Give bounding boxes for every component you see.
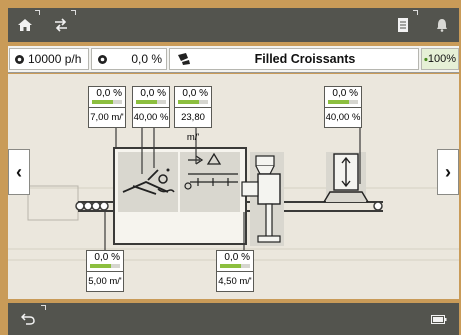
product-field[interactable]: Filled Croissants [169,48,419,70]
module-3-bar [178,100,208,104]
product-name: Filled Croissants [254,52,356,66]
module-6-value: 4,50 m/' [217,271,253,292]
back-button[interactable] [8,303,48,335]
speed-field[interactable]: 0,0 % [91,48,167,70]
module-5-bar [90,264,120,268]
chevron-right-icon: › [445,161,451,182]
top-toolbar [8,8,459,42]
home-icon [18,19,32,31]
module-3-value-box[interactable]: 0,0 % 23,80 m/' [174,86,212,143]
efficiency-field[interactable]: 100% [421,48,459,70]
module-5-pct: 0,0 % [94,252,120,263]
module-6-bar [220,264,250,268]
module-1-value: 7,00 m/' [89,107,125,128]
module-3-value: 23,80 m/' [175,107,211,143]
module-3-pct: 0,0 % [182,88,208,99]
battery-icon [431,314,447,324]
alarm-button[interactable] [425,8,459,42]
module-1-value-box[interactable]: 0,0 % 7,00 m/' [88,86,126,128]
throughput-field[interactable]: 10000 p/h [9,48,89,70]
module-6-pct: 0,0 % [224,252,250,263]
gear-icon [15,54,24,64]
bell-icon [437,19,447,32]
module-1-bar [92,100,122,104]
module-2-value-box[interactable]: 0,0 % 40,00 % [132,86,170,128]
gear-icon [98,54,107,64]
module-5-value: 5,00 m/' [87,271,123,292]
module-4-bar [328,100,358,104]
module-1-pct: 0,0 % [96,88,122,99]
swap-button[interactable] [44,8,78,42]
swap-arrows-icon [55,18,67,32]
product-icon [178,53,190,65]
speed-value: 0,0 % [131,52,162,66]
return-arrow-icon [21,313,35,325]
module-2-value: 40,00 % [133,107,169,128]
module-4-pct: 0,0 % [332,88,358,99]
home-button[interactable] [8,8,42,42]
notepad-icon [398,18,408,32]
efficiency-value: 100% [427,53,456,65]
battery-indicator [422,303,456,335]
module-2-bar [136,100,166,104]
process-view: 0,0 % 7,00 m/' 0,0 % 40,00 % 0,0 % 23,80… [8,74,459,299]
module-5-value-box[interactable]: 0,0 % 5,00 m/' [86,250,124,292]
throughput-value: 10000 p/h [28,52,82,66]
status-bar: 10000 p/h 0,0 % Filled Croissants 100% [8,46,459,73]
prev-page-button[interactable]: ‹ [8,149,30,195]
notes-button[interactable] [386,8,420,42]
bottom-toolbar [8,303,459,335]
next-page-button[interactable]: › [437,149,459,195]
module-4-value: 40,00 % [325,107,361,128]
module-6-value-box[interactable]: 0,0 % 4,50 m/' [216,250,254,292]
hmi-screen: 10000 p/h 0,0 % Filled Croissants 100% 0… [0,0,461,335]
chevron-left-icon: ‹ [16,161,22,182]
module-4-value-box[interactable]: 0,0 % 40,00 % [324,86,362,128]
module-2-pct: 0,0 % [140,88,166,99]
